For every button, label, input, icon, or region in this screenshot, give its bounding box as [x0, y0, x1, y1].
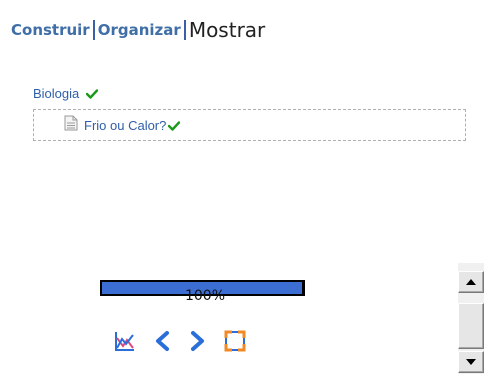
check-icon	[168, 116, 181, 135]
mode-tabs: Construir Organizar Mostrar	[11, 16, 265, 44]
tree-child-item[interactable]: Frio ou Calor?	[33, 109, 466, 141]
document-icon	[64, 115, 78, 135]
chart-icon[interactable]	[114, 330, 140, 356]
fullscreen-icon[interactable]	[224, 330, 248, 356]
previous-icon[interactable]	[152, 330, 176, 356]
tree-root-label[interactable]: Biologia	[33, 86, 79, 101]
scroll-down-button[interactable]	[458, 351, 484, 373]
tree-root-item[interactable]: Biologia	[33, 83, 99, 103]
player-controls	[114, 330, 248, 356]
tab-separator	[183, 20, 186, 40]
arrow-up-icon	[466, 279, 476, 285]
scroll-up-button[interactable]	[458, 271, 484, 293]
tab-organizar[interactable]: Organizar	[98, 21, 181, 39]
next-icon[interactable]	[188, 330, 212, 356]
tab-separator	[92, 20, 95, 40]
tree-child-label[interactable]: Frio ou Calor?	[84, 118, 166, 133]
tab-mostrar: Mostrar	[188, 18, 266, 42]
tab-construir[interactable]: Construir	[11, 21, 90, 39]
scroll-thumb[interactable]	[458, 303, 484, 349]
vertical-scrollbar[interactable]	[458, 263, 484, 374]
check-icon	[86, 84, 99, 103]
progress-label: 100%	[184, 288, 226, 304]
arrow-down-icon	[466, 359, 476, 365]
